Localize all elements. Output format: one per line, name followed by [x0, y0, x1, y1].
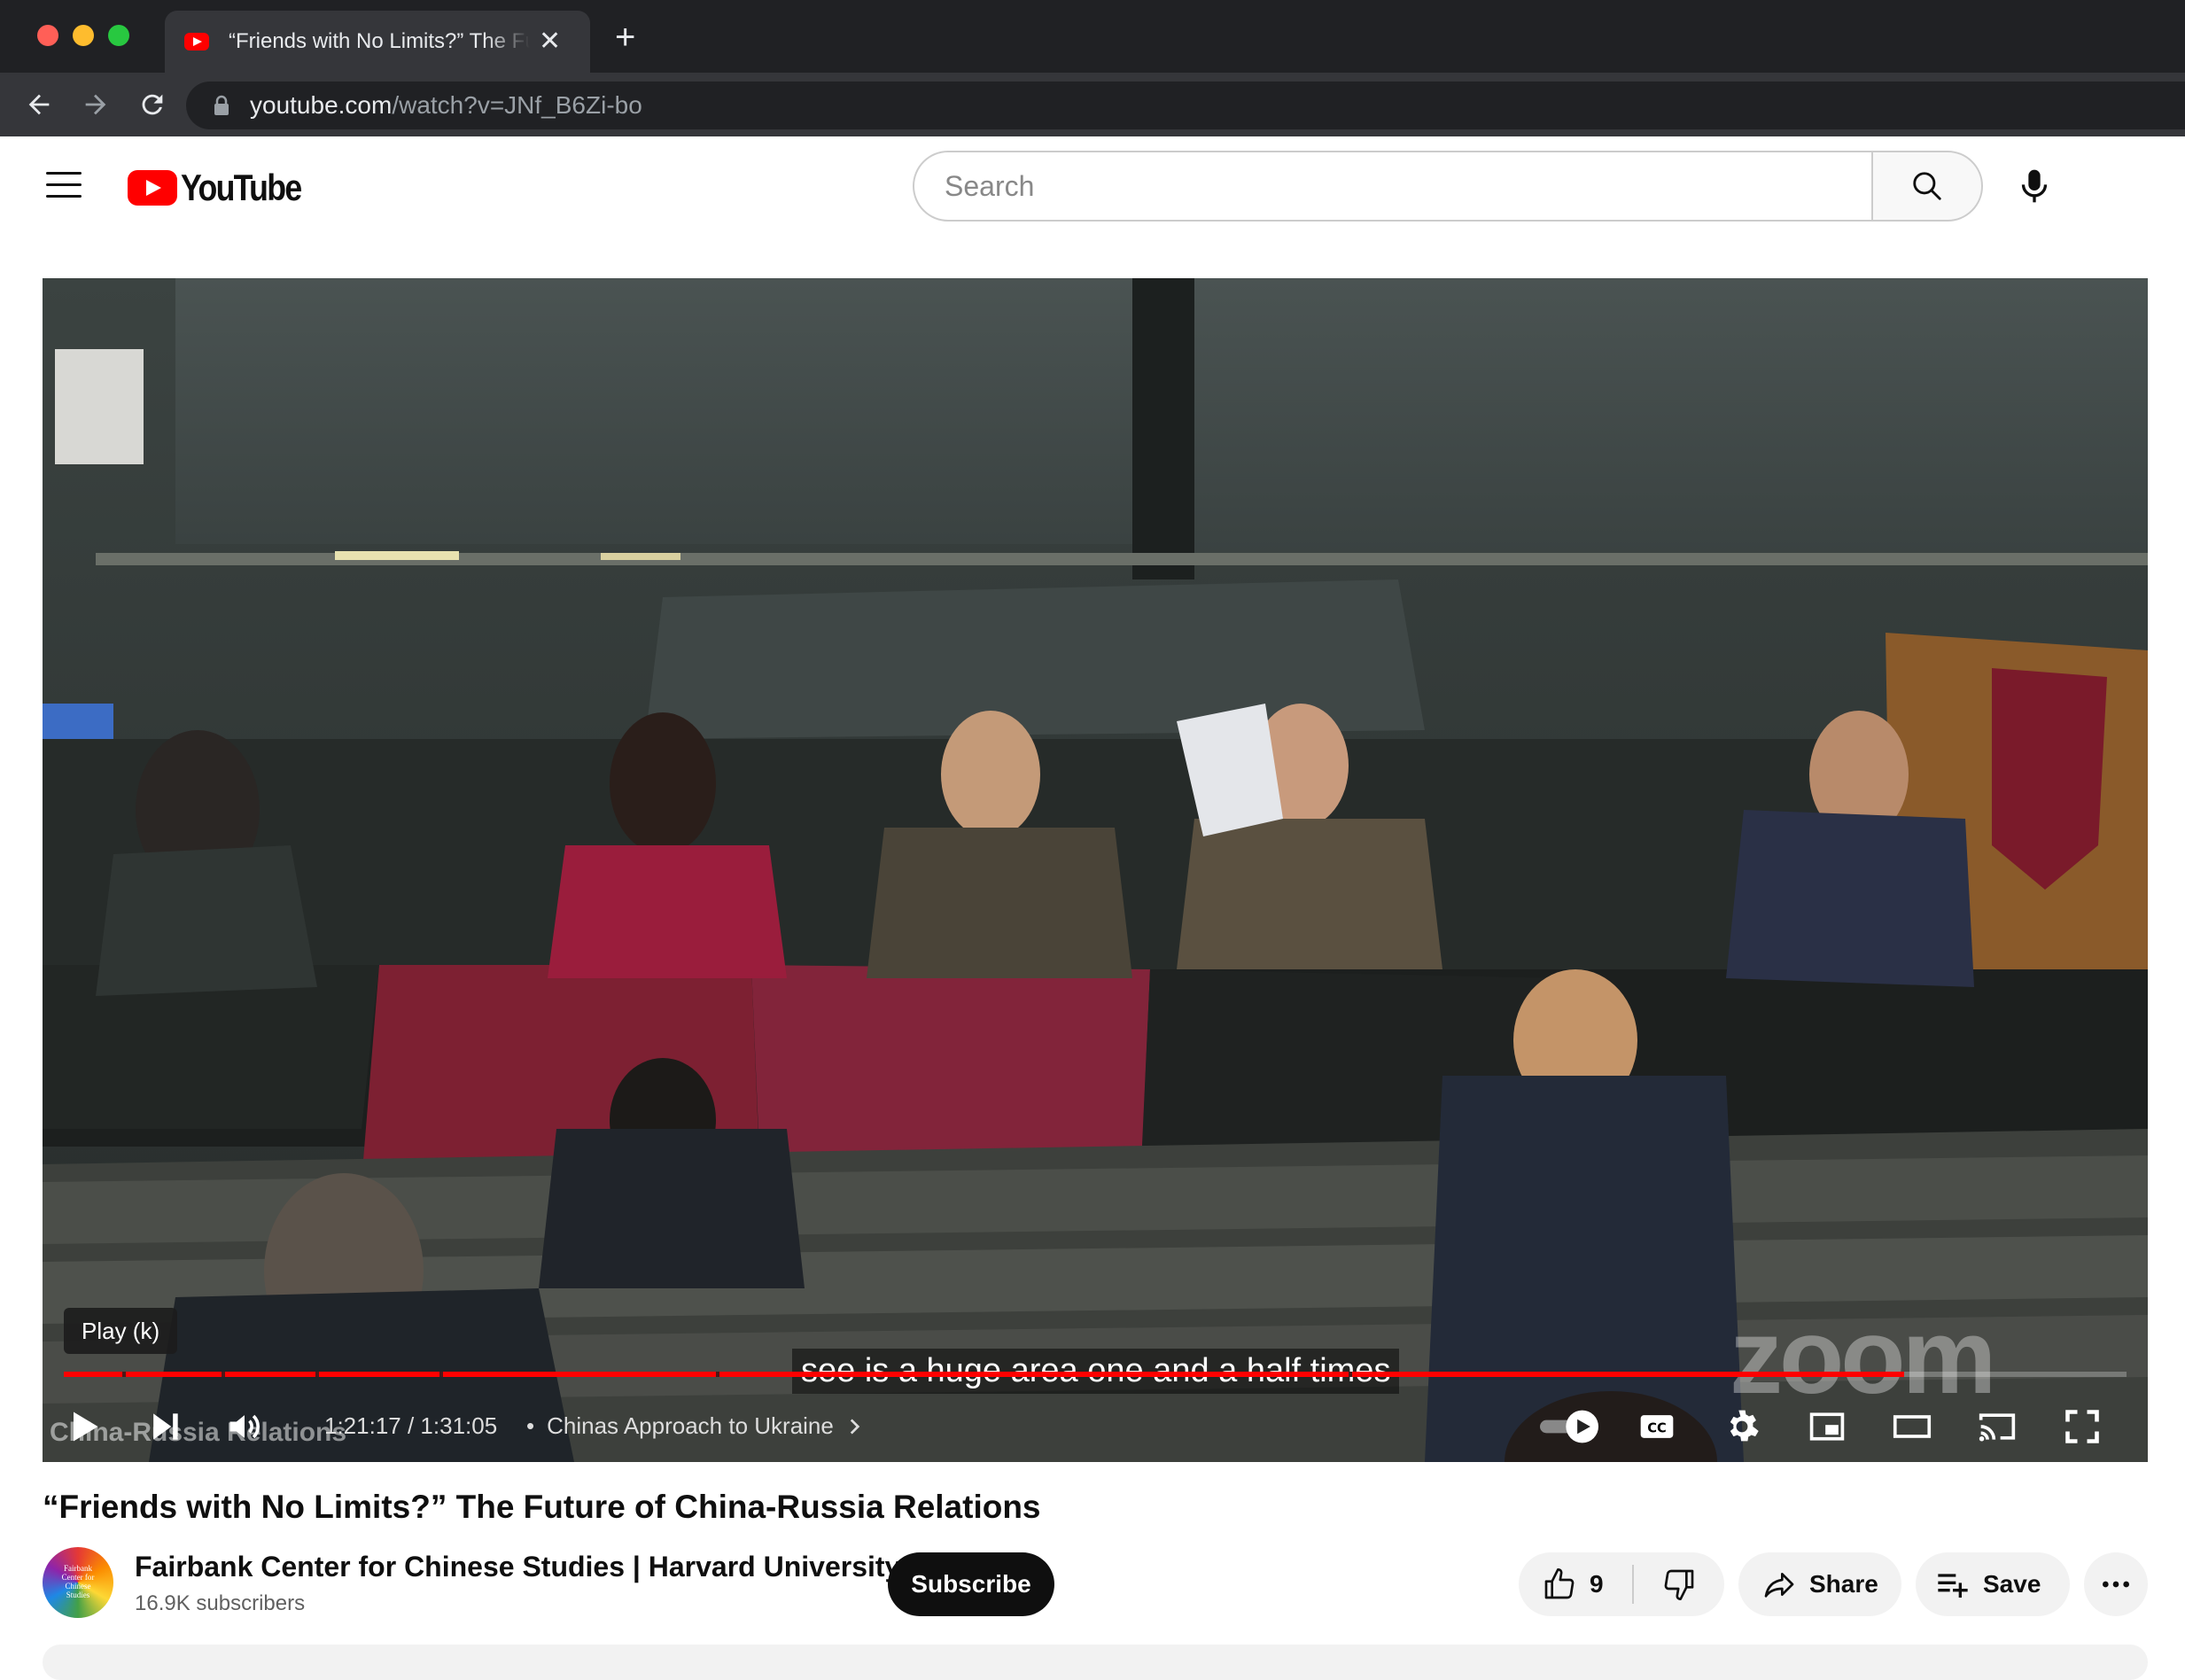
next-button[interactable]	[145, 1404, 184, 1450]
autoplay-toggle-icon	[1540, 1410, 1598, 1443]
cast-icon	[1979, 1413, 2016, 1442]
time-display: 1:21:17 / 1:31:05	[324, 1412, 497, 1440]
share-button[interactable]: Share	[1738, 1552, 1901, 1616]
progress-played	[64, 1372, 1904, 1377]
settings-button[interactable]	[1722, 1404, 1761, 1450]
video-frame-image	[43, 278, 2148, 1462]
youtube-masthead: YouTube Search	[0, 136, 2185, 236]
tab-close-icon[interactable]: ✕	[539, 28, 561, 55]
search-icon	[1913, 172, 1941, 200]
new-tab-button[interactable]: +	[615, 19, 635, 55]
browser-tab-bar: “Friends with No Limits?” The Future of …	[0, 0, 2185, 73]
play-tooltip: Play (k)	[64, 1308, 178, 1354]
dislike-button[interactable]	[1634, 1552, 1724, 1616]
search-button[interactable]	[1871, 151, 1983, 222]
thumbs-up-icon	[1544, 1568, 1575, 1599]
player-controls: 1:21:17 / 1:31:05 • Chinas Approach to U…	[43, 1391, 2148, 1462]
forward-button[interactable]	[76, 85, 115, 124]
tab-title: “Friends with No Limits?” The Future of …	[229, 29, 530, 53]
save-button[interactable]: Save	[1916, 1552, 2070, 1616]
youtube-play-logo-icon	[128, 170, 177, 206]
captions-button[interactable]: CC	[1637, 1404, 1676, 1450]
more-horizontal-icon	[2103, 1581, 2129, 1588]
browser-tab-active[interactable]: “Friends with No Limits?” The Future of …	[165, 11, 590, 73]
like-count: 9	[1590, 1570, 1604, 1598]
chapter-marker	[122, 1372, 126, 1377]
youtube-favicon-icon	[184, 33, 209, 51]
chapter-button[interactable]: • Chinas Approach to Ukraine	[526, 1412, 866, 1440]
play-icon	[74, 1412, 98, 1442]
skip-next-icon	[153, 1413, 178, 1440]
address-bar[interactable]: youtube.com/watch?v=JNf_B6Zi-bo	[186, 82, 2185, 129]
video-title: “Friends with No Limits?” The Future of …	[43, 1489, 1041, 1525]
channel-avatar[interactable]: Fairbank Center for Chinese Studies	[43, 1547, 113, 1618]
thumbs-down-icon	[1664, 1569, 1694, 1600]
voice-search-button[interactable]	[2011, 163, 2057, 209]
volume-button[interactable]	[225, 1404, 264, 1450]
closed-captions-icon: CC	[1640, 1415, 1674, 1438]
microphone-icon	[2021, 169, 2048, 203]
fullscreen-button[interactable]	[2063, 1404, 2102, 1450]
channel-name[interactable]: Fairbank Center for Chinese Studies | Ha…	[135, 1551, 900, 1583]
chapter-marker	[1349, 1372, 1352, 1377]
more-actions-button[interactable]	[2084, 1552, 2148, 1616]
reload-icon	[142, 94, 163, 115]
reload-button[interactable]	[133, 85, 172, 124]
avatar-text: Fairbank Center for Chinese Studies	[61, 1564, 95, 1599]
arrow-right-icon	[85, 94, 106, 115]
window-zoom-button[interactable]	[108, 25, 129, 46]
chapter-marker	[439, 1372, 443, 1377]
share-arrow-icon	[1764, 1573, 1794, 1598]
save-label: Save	[1983, 1570, 2041, 1598]
youtube-logo[interactable]: YouTube	[128, 167, 322, 209]
chapter-title: Chinas Approach to Ukraine	[547, 1412, 834, 1439]
search-input[interactable]: Search	[913, 151, 1873, 222]
hamburger-icon[interactable]	[46, 172, 82, 198]
video-player[interactable]: zoom see is a huge area one and a half t…	[43, 278, 2148, 1462]
theater-mode-icon	[1893, 1415, 1932, 1438]
chapter-bullet: •	[526, 1412, 535, 1439]
url-path: /watch?v=JNf_B6Zi-bo	[392, 91, 642, 119]
url-host: youtube.com	[250, 91, 393, 119]
fullscreen-icon	[2065, 1410, 2099, 1443]
chevron-right-icon	[850, 1418, 860, 1435]
time-separator: /	[400, 1412, 421, 1439]
arrow-left-icon	[28, 94, 50, 115]
chapter-marker	[222, 1372, 225, 1377]
back-button[interactable]	[19, 85, 58, 124]
playlist-add-icon	[1938, 1574, 1968, 1598]
subscribe-button[interactable]: Subscribe	[888, 1552, 1054, 1616]
miniplayer-button[interactable]	[1808, 1404, 1847, 1450]
youtube-wordmark: YouTube	[181, 167, 302, 208]
like-dislike-group: 9	[1519, 1552, 1724, 1616]
browser-toolbar: youtube.com/watch?v=JNf_B6Zi-bo	[0, 73, 2185, 136]
share-label: Share	[1809, 1570, 1878, 1598]
autoplay-toggle[interactable]	[1536, 1404, 1602, 1450]
current-time: 1:21:17	[324, 1412, 401, 1439]
lock-icon	[214, 95, 229, 115]
subscriber-count: 16.9K subscribers	[135, 1591, 306, 1615]
progress-bar[interactable]	[64, 1372, 2127, 1377]
chapter-marker	[716, 1372, 719, 1377]
miniplayer-icon	[1809, 1412, 1845, 1441]
window-close-button[interactable]	[37, 25, 58, 46]
chapter-marker	[315, 1372, 319, 1377]
volume-icon	[229, 1414, 260, 1439]
gear-icon	[1730, 1410, 1759, 1442]
cast-button[interactable]	[1978, 1404, 2017, 1450]
theater-mode-button[interactable]	[1893, 1404, 1932, 1450]
window-minimize-button[interactable]	[73, 25, 94, 46]
like-button[interactable]: 9	[1519, 1552, 1632, 1616]
svg-text:CC: CC	[1647, 1420, 1667, 1435]
play-button[interactable]	[64, 1404, 103, 1450]
description-box[interactable]	[43, 1645, 2148, 1680]
duration: 1:31:05	[420, 1412, 498, 1439]
